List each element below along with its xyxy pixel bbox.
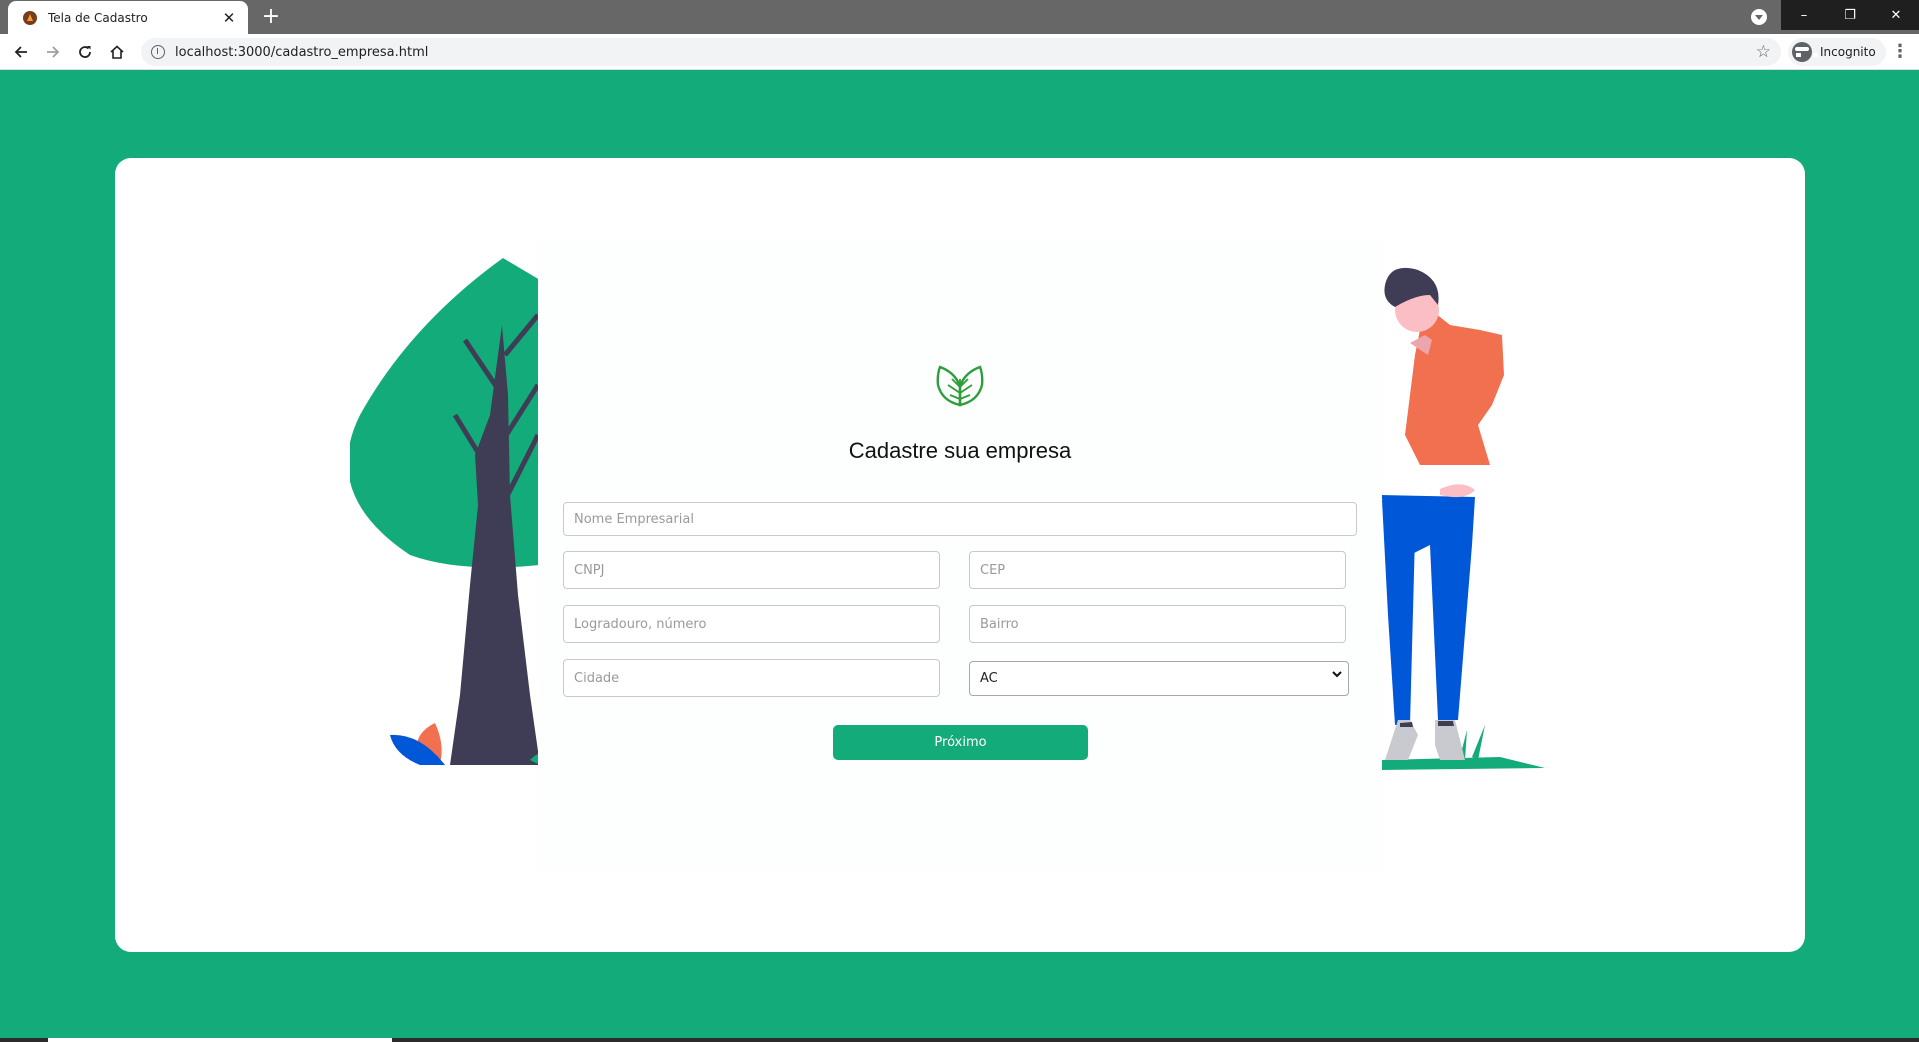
browser-toolbar: localhost:3000/cadastro_empresa.html ☆ I… <box>0 34 1919 70</box>
forward-button[interactable] <box>40 39 66 65</box>
home-button[interactable] <box>104 39 130 65</box>
person-illustration <box>1380 267 1545 770</box>
address-bar[interactable]: localhost:3000/cadastro_empresa.html ☆ <box>141 38 1781 66</box>
cnpj-input[interactable] <box>563 551 940 589</box>
cidade-input[interactable] <box>563 659 940 697</box>
home-icon <box>110 45 124 59</box>
new-tab-button[interactable]: + <box>258 4 284 30</box>
incognito-label: Incognito <box>1820 45 1876 59</box>
browser-tab-bar: Tela de Cadastro ✕ + – ❐ ✕ <box>0 0 1919 34</box>
next-button[interactable]: Próximo <box>833 725 1088 760</box>
restore-button[interactable]: ❐ <box>1827 0 1873 30</box>
close-window-button[interactable]: ✕ <box>1873 0 1919 30</box>
back-arrow-icon <box>14 46 27 58</box>
back-button[interactable] <box>8 39 34 65</box>
tree-illustration <box>350 258 540 765</box>
taskbar-edge <box>0 1038 1919 1042</box>
bookmark-star-icon[interactable]: ☆ <box>1756 42 1771 62</box>
logradouro-input[interactable] <box>563 605 940 643</box>
tab-close-icon[interactable]: ✕ <box>220 9 238 27</box>
browser-menu-icon[interactable]: ⋮ <box>1890 41 1910 63</box>
reload-button[interactable] <box>72 39 98 65</box>
bairro-input[interactable] <box>969 605 1346 643</box>
tab-title: Tela de Cadastro <box>48 10 148 25</box>
cep-input[interactable] <box>969 551 1346 589</box>
estado-select[interactable]: AC <box>969 661 1349 696</box>
minimize-button[interactable]: – <box>1781 0 1827 30</box>
nome-empresarial-input[interactable] <box>563 502 1357 536</box>
page-title: Cadastre sua empresa <box>848 438 1072 463</box>
site-favicon-icon <box>23 10 37 25</box>
incognito-icon <box>1792 42 1818 62</box>
site-info-icon[interactable] <box>151 45 165 59</box>
incognito-badge[interactable]: Incognito <box>1788 38 1886 66</box>
taskbar-segment <box>48 1038 392 1042</box>
forward-arrow-icon <box>47 46 60 58</box>
window-controls: – ❐ ✕ <box>1781 0 1919 30</box>
reload-icon <box>79 46 91 58</box>
address-url[interactable]: localhost:3000/cadastro_empresa.html <box>175 45 428 60</box>
leaves-icon <box>936 365 984 407</box>
tab-search-icon[interactable] <box>1751 9 1767 25</box>
browser-tab[interactable]: Tela de Cadastro ✕ <box>8 1 248 34</box>
